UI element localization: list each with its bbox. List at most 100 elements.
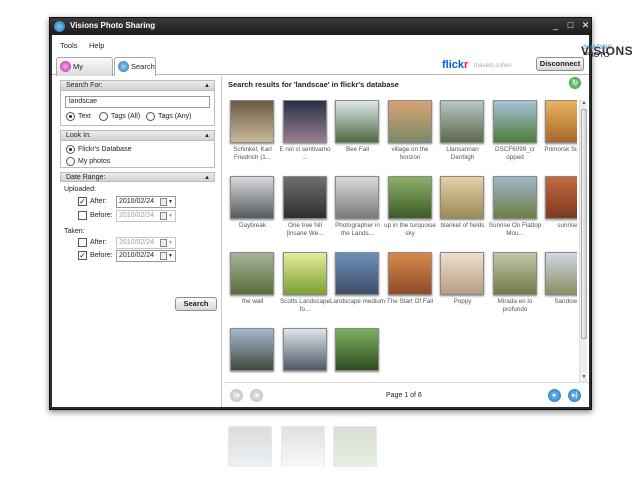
search-for-header[interactable]: Search For: ▲ xyxy=(61,81,214,91)
dropdown-icon[interactable]: ▼ xyxy=(168,211,173,221)
radio-text[interactable] xyxy=(66,112,75,121)
date-range-title: Date Range: xyxy=(66,174,106,181)
tab-strip: My Account Search flickr maxam.cohen Dis… xyxy=(52,55,589,88)
photo-caption: Llansannan Denbigh xyxy=(446,146,479,161)
taken-before-checkbox[interactable]: ✓ xyxy=(78,251,87,260)
photo-caption: Poppy xyxy=(453,298,472,305)
radio-my-photos[interactable] xyxy=(66,157,75,166)
photo-image[interactable] xyxy=(282,100,327,143)
taken-before-date[interactable]: 2010/02/24 ▼ xyxy=(116,250,176,262)
scroll-down-icon[interactable]: ▼ xyxy=(580,374,588,382)
uploaded-before-value: 2010/02/24 xyxy=(119,212,155,219)
radio-tags-all-label: Tags (All) xyxy=(111,113,141,120)
photo-image[interactable] xyxy=(230,176,274,219)
app-icon xyxy=(54,21,65,32)
calendar-icon[interactable] xyxy=(160,239,167,247)
vertical-scrollbar[interactable]: ▲ ▼ xyxy=(579,100,587,382)
taken-label: Taken: xyxy=(64,228,85,235)
dropdown-icon[interactable]: ▼ xyxy=(168,238,173,248)
radio-tags-any[interactable] xyxy=(146,112,155,121)
calendar-icon[interactable] xyxy=(160,198,167,206)
photo-caption xyxy=(278,374,333,382)
uploaded-before-date[interactable]: 2010/02/24 ▼ xyxy=(116,210,176,222)
title-bar[interactable]: Visions Photo Sharing _ □ ✕ xyxy=(50,18,591,35)
minimize-button[interactable]: _ xyxy=(550,20,561,31)
date-range-section: Date Range: ▲ Uploaded: ✓ After: 2010/02/… xyxy=(60,172,215,313)
prev-page-button[interactable]: ◂ xyxy=(250,389,263,402)
photo-image[interactable] xyxy=(335,100,379,143)
taken-after-checkbox[interactable] xyxy=(78,238,87,247)
photo-image[interactable] xyxy=(492,252,537,295)
logo-subtitle: PHOTO SHARING xyxy=(583,44,613,59)
scroll-thumb[interactable] xyxy=(581,109,587,339)
photo-caption: Schinkel, Karl Friedrich (1... xyxy=(233,146,272,161)
uploaded-after-checkbox[interactable]: ✓ xyxy=(78,197,87,206)
collapse-icon: ▲ xyxy=(204,175,210,181)
flickr-logo: flickr xyxy=(442,59,468,71)
search-icon xyxy=(118,61,129,72)
uploaded-after-date[interactable]: 2010/02/24 ▼ xyxy=(116,196,176,208)
uploaded-before-label: Before: xyxy=(90,212,113,219)
next-page-button[interactable]: ▸ xyxy=(548,389,561,402)
photo-image[interactable] xyxy=(335,176,379,219)
search-options-panel: Search For: ▲ landscae Text Tags (All) Ta… xyxy=(52,76,222,407)
dropdown-icon[interactable]: ▼ xyxy=(168,197,173,207)
menu-help[interactable]: Help xyxy=(89,41,104,50)
search-button[interactable]: Search xyxy=(175,297,217,311)
reflection-thumbnail xyxy=(280,426,325,467)
photo-caption: Landscape medium xyxy=(330,298,385,305)
photo-caption: sunrise xyxy=(557,222,577,229)
photo-caption: The Start Of Fall xyxy=(386,298,434,305)
photo-image[interactable] xyxy=(492,100,537,143)
tab-search-label: Search xyxy=(131,62,155,71)
photo-image[interactable] xyxy=(492,176,537,219)
scroll-up-icon[interactable]: ▲ xyxy=(580,100,588,108)
uploaded-after-value: 2010/02/24 xyxy=(119,198,155,205)
photo-image[interactable] xyxy=(230,100,274,143)
photo-image[interactable] xyxy=(230,252,274,295)
look-in-title: Look In: xyxy=(66,132,91,139)
photo-caption: Scotts Landscape fo... xyxy=(279,298,331,313)
photo-image[interactable] xyxy=(387,100,432,143)
tab-my-account[interactable]: My Account xyxy=(56,57,113,88)
calendar-icon[interactable] xyxy=(160,252,167,260)
tab-search[interactable]: Search xyxy=(114,57,156,77)
refresh-icon[interactable]: ↻ xyxy=(569,77,581,89)
calendar-icon[interactable] xyxy=(160,212,167,220)
photo-image[interactable] xyxy=(230,328,274,371)
close-button[interactable]: ✕ xyxy=(580,20,591,31)
photo-caption: Sandown xyxy=(554,298,577,305)
photo-image[interactable] xyxy=(545,100,577,143)
photo-image[interactable] xyxy=(545,252,577,295)
photo-image[interactable] xyxy=(387,252,432,295)
results-grid: Schinkel, Karl Friedrich (1... E noi ci s… xyxy=(224,100,577,382)
photo-image[interactable] xyxy=(387,176,432,219)
dropdown-icon[interactable]: ▼ xyxy=(168,251,173,261)
photo-image[interactable] xyxy=(282,252,327,295)
uploaded-label: Uploaded: xyxy=(64,186,96,193)
menu-tools[interactable]: Tools xyxy=(60,41,78,50)
photo-image[interactable] xyxy=(440,100,484,143)
photo-image[interactable] xyxy=(440,252,484,295)
photo-caption: Primorsk Sunset xyxy=(544,146,577,153)
photo-image[interactable] xyxy=(440,176,484,219)
radio-flickr-database[interactable] xyxy=(66,145,75,154)
radio-tags-all[interactable] xyxy=(99,112,108,121)
photo-image[interactable] xyxy=(282,328,327,371)
search-input[interactable]: landscae xyxy=(65,96,210,108)
photo-image[interactable] xyxy=(545,176,577,219)
photo-image[interactable] xyxy=(282,176,327,219)
first-page-button[interactable]: |◂ xyxy=(230,389,243,402)
date-range-header[interactable]: Date Range: ▲ xyxy=(60,172,215,182)
photo-image[interactable] xyxy=(335,328,379,371)
uploaded-before-checkbox[interactable] xyxy=(78,211,87,220)
radio-text-label: Text xyxy=(78,113,91,120)
photo-image[interactable] xyxy=(335,252,379,295)
maximize-button[interactable]: □ xyxy=(565,20,576,31)
taken-after-date[interactable]: 2010/02/24 ▼ xyxy=(116,237,176,249)
collapse-icon: ▲ xyxy=(204,83,210,89)
disconnect-button[interactable]: Disconnect xyxy=(536,57,584,71)
photo-caption: DSCF6099_cr opped xyxy=(495,146,535,161)
last-page-button[interactable]: ▸| xyxy=(568,389,581,402)
look-in-header[interactable]: Look In: ▲ xyxy=(61,131,214,141)
